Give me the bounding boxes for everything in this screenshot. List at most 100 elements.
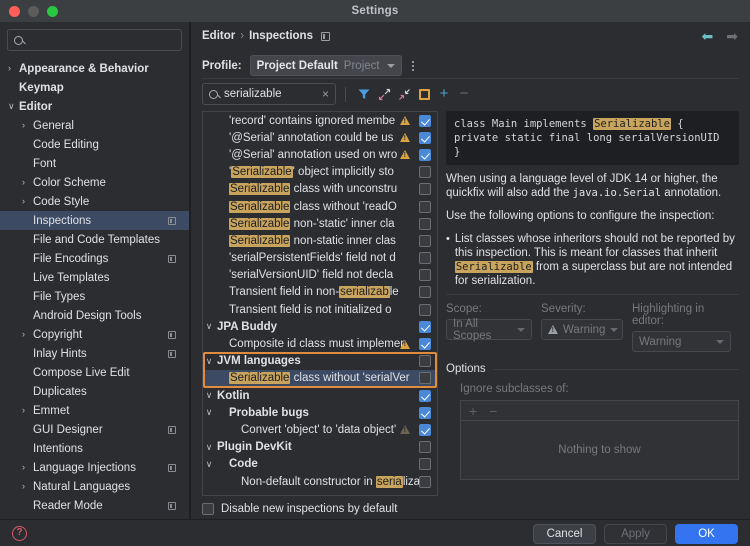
sidebar-item-file-types[interactable]: ›File Types (0, 287, 189, 306)
inspection-checkbox[interactable] (419, 200, 431, 213)
chevron-right-icon[interactable]: › (22, 197, 33, 206)
inspection-checkbox[interactable] (419, 252, 431, 265)
ok-button[interactable]: OK (675, 524, 738, 544)
inspection-checkbox[interactable] (419, 114, 431, 127)
ignore-subclasses-list[interactable]: + − Nothing to show (460, 400, 739, 480)
chevron-down-icon[interactable]: ∨ (8, 102, 19, 111)
inspection-checkbox[interactable] (419, 131, 431, 144)
forward-arrow-icon[interactable]: ➡ (726, 29, 738, 43)
inspection-checkbox[interactable] (419, 458, 431, 471)
chevron-right-icon[interactable]: › (22, 121, 33, 130)
inspection-checkbox[interactable] (419, 148, 431, 161)
sidebar-item-natural-languages[interactable]: › Natural Languages (0, 477, 189, 496)
inspection-checkbox[interactable] (419, 320, 431, 333)
chevron-down-icon[interactable]: ∨ (203, 408, 215, 417)
inspection-checkbox[interactable] (419, 441, 431, 454)
sidebar-item-live-templates[interactable]: ›Live Templates (0, 268, 189, 287)
sidebar-item-duplicates[interactable]: ›Duplicates (0, 382, 189, 401)
chevron-right-icon[interactable]: › (22, 482, 33, 491)
inspection-checkbox[interactable] (419, 475, 431, 488)
inspection-row[interactable]: ∨'record' contains ignored membe (203, 112, 437, 129)
clear-search-icon[interactable]: × (322, 88, 329, 100)
inspection-row[interactable]: ∨Serializable non-'static' inner cla (203, 215, 437, 232)
sidebar-item-file-encodings[interactable]: ›File Encodings (0, 249, 189, 268)
inspection-row[interactable]: ∨'serialPersistentFields' field not d (203, 250, 437, 267)
breadcrumb-parent[interactable]: Editor (202, 30, 235, 42)
sidebar-item-language-injections[interactable]: › Language Injections (0, 458, 189, 477)
chevron-right-icon[interactable]: › (22, 330, 33, 339)
inspection-row[interactable]: ∨ Kotlin (203, 387, 437, 404)
highlighting-dropdown[interactable]: Warning (632, 331, 731, 352)
inspection-row[interactable]: ∨Transient field is not initialized o (203, 301, 437, 318)
chevron-down-icon[interactable]: ∨ (203, 356, 215, 366)
inspection-checkbox[interactable] (419, 269, 431, 282)
inspection-row[interactable]: ∨ Code (203, 456, 437, 473)
inspection-checkbox[interactable] (419, 183, 431, 196)
help-icon[interactable]: ? (12, 526, 27, 541)
chevron-down-icon[interactable]: ∨ (203, 391, 215, 400)
inspection-checkbox[interactable] (419, 406, 431, 419)
back-arrow-icon[interactable]: ⬅ (702, 29, 714, 43)
inspection-row[interactable]: ∨Convert 'object' to 'data object' (203, 421, 437, 438)
sidebar-search-input[interactable] (7, 29, 182, 51)
inspection-row[interactable]: ∨Composite id class must implemen (203, 335, 437, 352)
inspection-checkbox[interactable] (419, 303, 431, 316)
sidebar-item-color-scheme[interactable]: › Color Scheme (0, 173, 189, 192)
inspection-checkbox[interactable] (419, 372, 431, 385)
inspection-row[interactable]: ∨Serializable class with unconstru (203, 181, 437, 198)
sidebar-item-file-and-code-templates[interactable]: ›File and Code Templates (0, 230, 189, 249)
inspections-list[interactable]: ∨'record' contains ignored membe∨'@Seria… (202, 111, 438, 496)
remove-icon[interactable]: − (454, 84, 474, 104)
add-icon[interactable]: + (469, 404, 477, 418)
inspection-checkbox[interactable] (419, 389, 431, 402)
inspection-row[interactable]: ∨ JVM languages (203, 353, 437, 370)
inspection-row[interactable]: ∨'@Serial' annotation could be us (203, 129, 437, 146)
sidebar-item-inspections[interactable]: ›Inspections (0, 211, 189, 230)
inspection-checkbox[interactable] (419, 234, 431, 247)
inspection-checkbox[interactable] (419, 355, 431, 368)
sidebar-item-copyright[interactable]: › Copyright (0, 325, 189, 344)
sidebar-item-android-design-tools[interactable]: ›Android Design Tools (0, 306, 189, 325)
chevron-down-icon[interactable]: ∨ (203, 459, 215, 469)
inspection-row[interactable]: ∨ Probable bugs (203, 404, 437, 421)
sidebar-item-appearance-behavior[interactable]: › Appearance & Behavior (0, 59, 189, 78)
inspection-row[interactable]: ∨Non-default constructor in serializal (203, 473, 437, 490)
reset-icon[interactable] (414, 84, 434, 104)
sidebar-item-code-editing[interactable]: ›Code Editing (0, 135, 189, 154)
add-icon[interactable]: + (434, 84, 454, 104)
sidebar-item-compose-live-edit[interactable]: ›Compose Live Edit (0, 363, 189, 382)
expand-all-icon[interactable] (374, 84, 394, 104)
sidebar-item-keymap[interactable]: ›Keymap (0, 78, 189, 97)
inspection-checkbox[interactable] (419, 423, 431, 436)
inspection-row[interactable]: ∨'@Serial' annotation used on wro (203, 146, 437, 163)
sidebar-item-editor[interactable]: ∨ Editor (0, 97, 189, 116)
inspection-search-input[interactable]: serializable × (202, 83, 336, 105)
inspection-row[interactable]: ∨Serializable class without 'serialVer (203, 369, 437, 387)
inspection-checkbox[interactable] (419, 217, 431, 230)
inspection-row[interactable]: ∨'Serializable' object implicitly sto (203, 164, 437, 181)
sidebar-item-font[interactable]: ›Font (0, 154, 189, 173)
profile-dropdown[interactable]: Project Default Project (249, 55, 402, 76)
sidebar-item-general[interactable]: › General (0, 116, 189, 135)
chevron-right-icon[interactable]: › (22, 178, 33, 187)
inspection-checkbox[interactable] (419, 286, 431, 299)
cancel-button[interactable]: Cancel (533, 524, 596, 544)
sidebar-item-inlay-hints[interactable]: ›Inlay Hints (0, 344, 189, 363)
remove-icon[interactable]: − (489, 404, 497, 418)
chevron-right-icon[interactable]: › (22, 463, 33, 472)
sidebar-item-emmet[interactable]: › Emmet (0, 401, 189, 420)
inspection-checkbox[interactable] (419, 338, 431, 351)
sidebar-item-gui-designer[interactable]: ›GUI Designer (0, 420, 189, 439)
inspection-row[interactable]: ∨Transient field in non-serializable (203, 284, 437, 301)
severity-dropdown[interactable]: Warning (541, 319, 623, 340)
sidebar-item-code-style[interactable]: › Code Style (0, 192, 189, 211)
collapse-all-icon[interactable] (394, 84, 414, 104)
inspection-row[interactable]: ∨Serializable class without 'readO (203, 198, 437, 215)
inspection-row[interactable]: ∨ Plugin DevKit (203, 439, 437, 456)
inspection-row[interactable]: ∨'serialVersionUID' field not decla (203, 267, 437, 284)
chevron-right-icon[interactable]: › (8, 64, 19, 73)
chevron-right-icon[interactable]: › (22, 406, 33, 415)
scope-dropdown[interactable]: In All Scopes (446, 318, 532, 342)
disable-new-inspections-row[interactable]: Disable new inspections by default (202, 503, 397, 515)
chevron-down-icon[interactable]: ∨ (203, 442, 215, 452)
